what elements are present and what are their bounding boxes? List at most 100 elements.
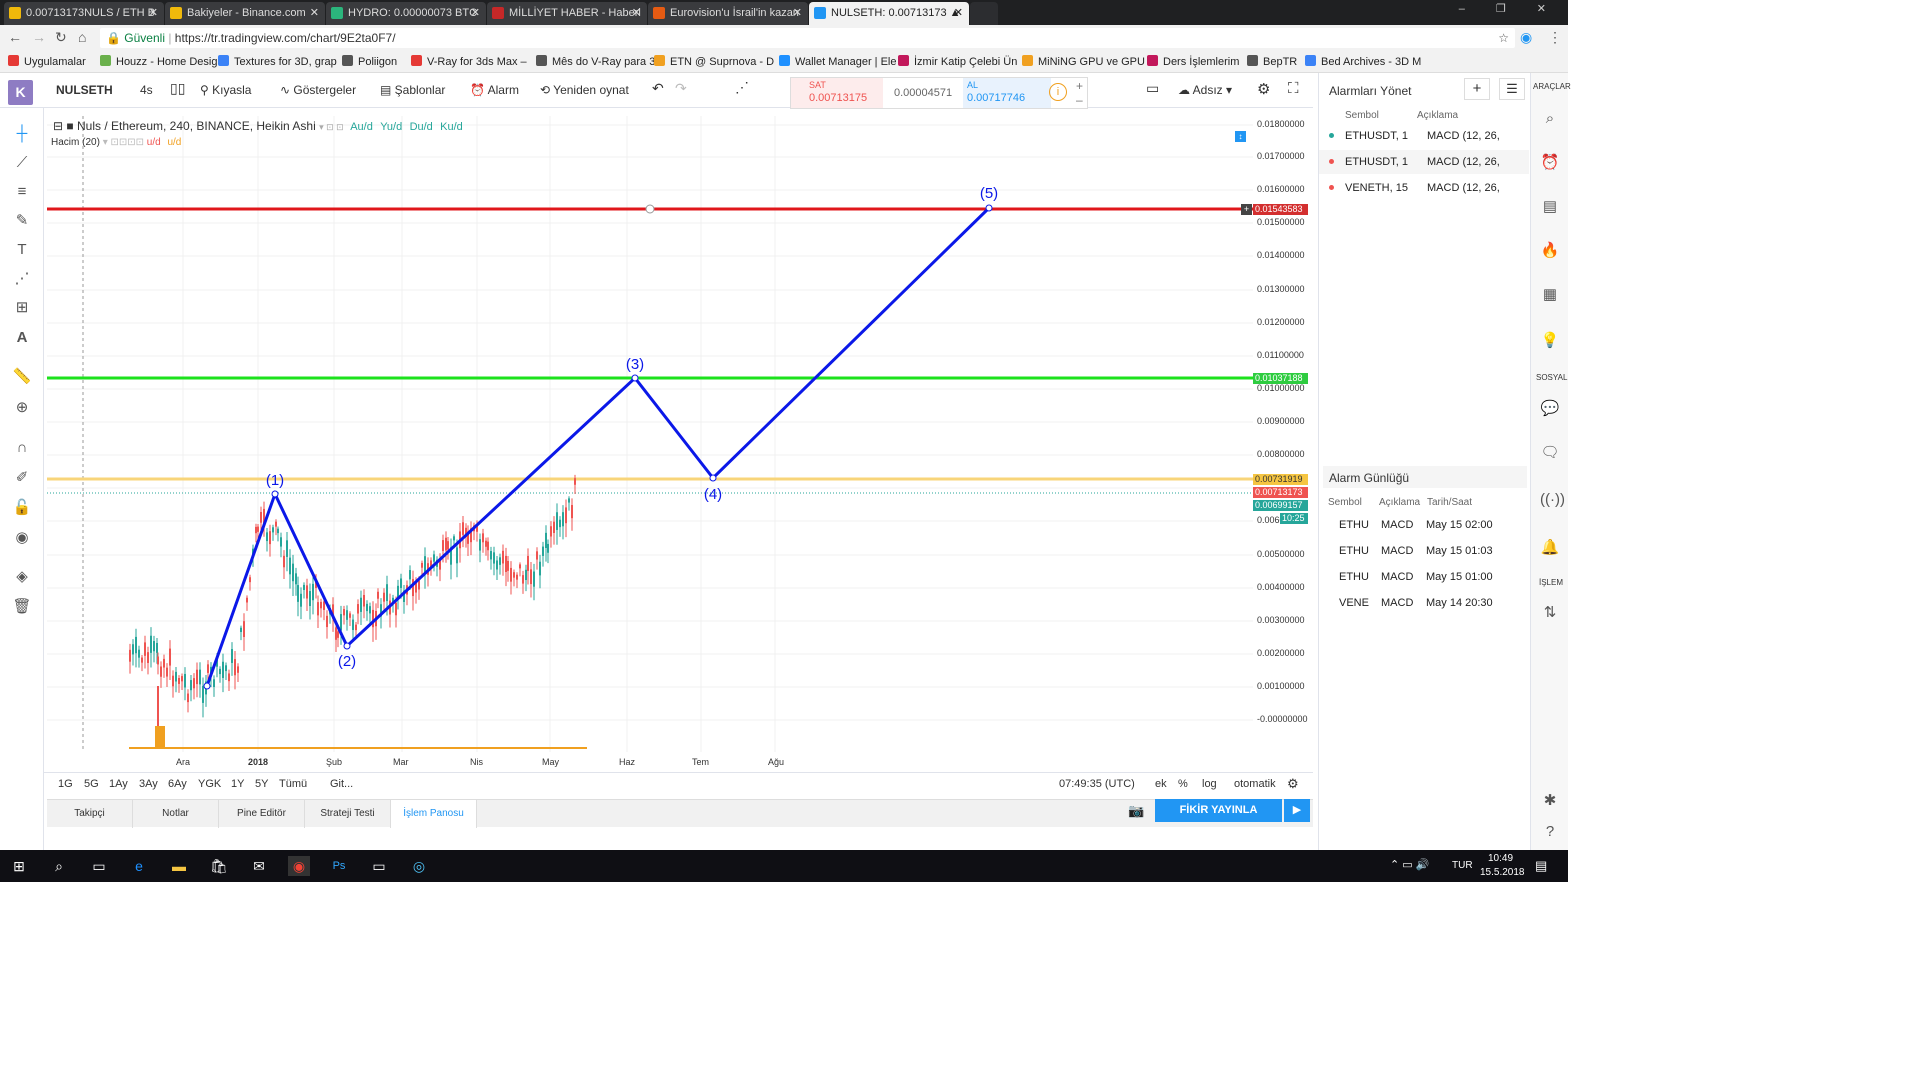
bookmark-item[interactable]: Poliigon	[342, 55, 397, 68]
templates-button[interactable]: ▤ Şablonlar	[380, 83, 445, 97]
windows-start-icon[interactable]: ⊞	[8, 856, 30, 876]
bookmark-item[interactable]: MiNiNG GPU ve GPU	[1022, 55, 1145, 68]
back-icon[interactable]: ←	[8, 29, 22, 45]
browser-tab[interactable]: Eurovision'u İsrail'in kazan ✕	[648, 2, 808, 25]
bookmark-item[interactable]: Bed Archives - 3D M	[1305, 55, 1421, 68]
hotlist-icon[interactable]: 🔥	[1540, 241, 1560, 261]
range-button[interactable]: 5Y	[255, 778, 268, 790]
candle-type-icon[interactable]: ▯▯	[170, 80, 185, 97]
data-window-icon[interactable]: ▤	[1540, 197, 1560, 217]
add-alert-button[interactable]: +	[1464, 78, 1490, 100]
search-icon[interactable]: ⌕	[48, 856, 70, 876]
range-button[interactable]: 3Ay	[139, 778, 158, 790]
url-field[interactable]: 🔒 Güvenli | https://tr.tradingview.com/c…	[100, 28, 1515, 48]
range-button[interactable]: 5G	[84, 778, 99, 790]
legend-controls[interactable]: ▾ ⊡ ⊡	[319, 122, 346, 132]
fib-icon[interactable]: ≡	[12, 182, 32, 202]
close-icon[interactable]: ✕	[149, 2, 158, 24]
sell-button[interactable]: SAT 0.00713175	[791, 78, 883, 108]
range-button[interactable]: YGK	[198, 778, 221, 790]
extension-icon[interactable]: ◉	[1520, 29, 1532, 46]
calendar-icon[interactable]: ▦	[1540, 285, 1560, 305]
settings-icon[interactable]: ⚙	[1257, 80, 1270, 98]
watchlist-icon[interactable]: ⌕	[1540, 110, 1560, 130]
star-icon[interactable]: ☆	[1498, 28, 1509, 48]
mail-icon[interactable]: ✉	[248, 856, 270, 876]
indicators-button[interactable]: ∿ Göstergeler	[280, 83, 356, 97]
browser-tab[interactable]: Bakiyeler - Binance.com ✕	[165, 2, 325, 25]
extended-hours-toggle[interactable]: ek	[1155, 778, 1167, 790]
auto-toggle[interactable]: otomatik	[1234, 778, 1276, 790]
text-icon[interactable]: T	[12, 240, 32, 260]
prediction-icon[interactable]: ⊞	[12, 298, 32, 318]
bookmark-item[interactable]: İzmir Katip Çelebi Ün	[898, 55, 1017, 68]
browser-tab[interactable]: HYDRO: 0.00000073 BTC ✕	[326, 2, 486, 25]
info-icon[interactable]: i	[1049, 83, 1067, 101]
range-button[interactable]: 1Ay	[109, 778, 128, 790]
add-level-icon[interactable]: +	[1241, 204, 1252, 215]
log-row[interactable]: ETHU MACD May 15 01:00	[1319, 565, 1529, 589]
bottom-tab[interactable]: Strateji Testi	[305, 800, 391, 828]
range-button[interactable]: 1Y	[231, 778, 244, 790]
cmd-icon[interactable]: ▭	[368, 856, 390, 876]
forward-icon[interactable]: →	[32, 29, 46, 45]
bookmark-item[interactable]: Mês do V-Ray para 3	[536, 55, 655, 68]
close-icon[interactable]: ✕	[632, 2, 641, 24]
crosshair-icon[interactable]: ┼	[12, 124, 32, 144]
log-row[interactable]: ETHU MACD May 15 01:03	[1319, 539, 1529, 563]
browser-tab[interactable]: 0.00713173NULS / ETH B ✕	[4, 2, 164, 25]
menu-icon[interactable]: ⋮	[1548, 29, 1562, 46]
zoom-icon[interactable]: ⊕	[12, 398, 32, 418]
magnet-icon[interactable]: ∩	[12, 438, 32, 458]
symbol-search[interactable]: NULSETH	[56, 83, 113, 97]
private-chat-icon[interactable]: 🗨	[1540, 443, 1560, 463]
bug-icon[interactable]: ✱	[1540, 791, 1560, 811]
rectangle-icon[interactable]: ▭	[1146, 80, 1159, 97]
elliott-wave-icon[interactable]: ⋰	[735, 79, 749, 96]
reload-icon[interactable]: ↻	[55, 29, 67, 46]
layers-icon[interactable]: ◈	[12, 567, 32, 587]
explorer-icon[interactable]: ▬	[168, 856, 190, 876]
trendline-icon[interactable]: ⟋	[12, 153, 32, 173]
app-icon[interactable]: ◎	[408, 856, 430, 876]
bookmark-item[interactable]: Ders İşlemlerim	[1147, 55, 1239, 68]
camera-icon[interactable]: 📷	[1128, 803, 1144, 819]
interval-button[interactable]: 4s	[140, 83, 153, 97]
language[interactable]: TUR	[1452, 860, 1473, 871]
chrome-icon[interactable]: ◉	[288, 856, 310, 876]
font-icon[interactable]: A	[12, 328, 32, 348]
stream-icon[interactable]: ((·))	[1540, 491, 1565, 511]
help-icon[interactable]: ?	[1540, 823, 1560, 843]
bottom-tab[interactable]: Notlar	[133, 800, 219, 828]
time-axis[interactable]: Ara 2018 Şub Mar Nis May Haz Tem Ağu	[47, 752, 1253, 772]
alert-row[interactable]: ETHUSDT, 1 MACD (12, 26,	[1319, 150, 1529, 174]
new-tab-button[interactable]	[970, 2, 998, 25]
eye-icon[interactable]: ◉	[12, 528, 32, 548]
bottom-tab[interactable]: Pine Editör	[219, 800, 305, 828]
percent-toggle[interactable]: %	[1178, 778, 1188, 790]
goto-button[interactable]: Git...	[330, 778, 353, 790]
trash-icon[interactable]: 🗑	[12, 597, 32, 617]
axis-settings-icon[interactable]: ⚙	[1287, 776, 1299, 792]
alert-list-icon[interactable]: ☰	[1499, 78, 1525, 100]
bookmark-item[interactable]: Uygulamalar	[8, 55, 86, 68]
alert-row[interactable]: ETHUSDT, 1 MACD (12, 26,	[1319, 124, 1529, 148]
edge-icon[interactable]: e	[128, 856, 150, 876]
buy-button[interactable]: AL 0.00717746	[963, 78, 1051, 108]
bottom-tab[interactable]: İşlem Panosu	[391, 800, 477, 828]
browser-tab[interactable]: MİLLİYET HABER - Haberl ✕	[487, 2, 647, 25]
alarm-clock-icon[interactable]: ⏰	[1540, 153, 1560, 173]
range-button[interactable]: 1G	[58, 778, 73, 790]
chat-icon[interactable]: 💬	[1540, 399, 1560, 419]
bookmark-item[interactable]: ETN @ Suprnova - D	[654, 55, 774, 68]
bottom-tab[interactable]: Takipçi	[47, 800, 133, 828]
redo-icon[interactable]: ↷	[675, 80, 687, 97]
layout-button[interactable]: ☁ Adsız ▾	[1178, 83, 1232, 97]
plus-icon[interactable]: +	[1076, 79, 1083, 93]
minus-icon[interactable]: –	[1076, 93, 1083, 107]
bookmark-item[interactable]: V-Ray for 3ds Max –	[411, 55, 527, 68]
pattern-icon[interactable]: ⋰	[12, 269, 32, 289]
log-row[interactable]: ETHU MACD May 15 02:00	[1319, 513, 1529, 537]
chart-pane[interactable]: (1) (2) (3) (4) (5) ⊟ ■ Nuls / Ethereum, 240…	[47, 116, 1253, 752]
range-button[interactable]: Tümü	[279, 778, 307, 790]
